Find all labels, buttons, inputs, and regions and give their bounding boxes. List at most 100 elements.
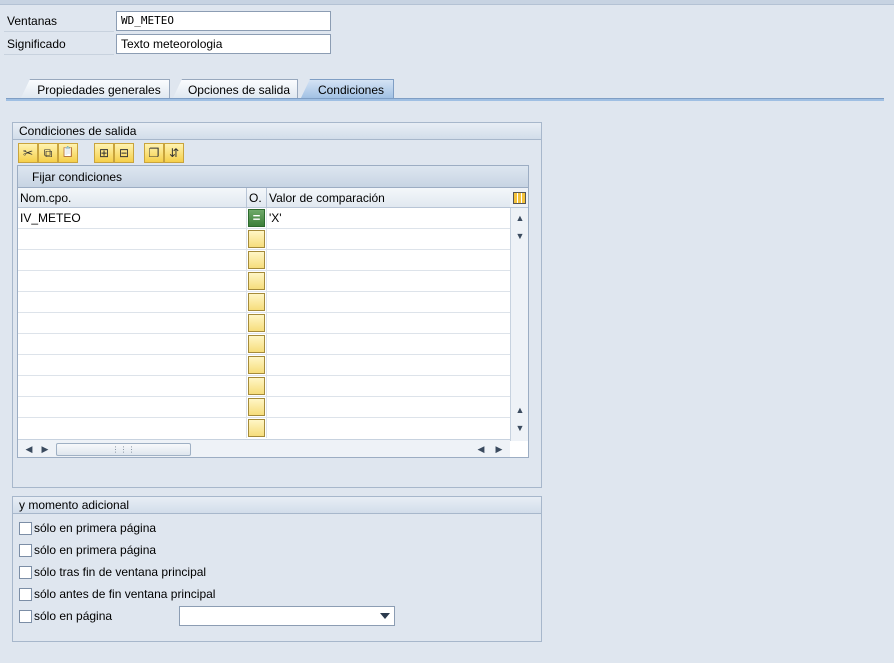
move-button[interactable]: ⇵: [164, 143, 184, 163]
operator-button[interactable]: [248, 293, 265, 311]
operator-button[interactable]: [248, 419, 265, 437]
operator-cell[interactable]: [247, 376, 267, 396]
table-row: [18, 292, 510, 313]
horizontal-scrollbar[interactable]: ◀ ▶ ⋮⋮⋮ ◀ ▶: [18, 439, 510, 457]
operator-cell[interactable]: [247, 418, 267, 438]
scroll-down-icon[interactable]: ▼: [513, 420, 527, 436]
vertical-scrollbar[interactable]: ▲ ▼ ▲ ▼: [510, 208, 528, 441]
field-cell[interactable]: [18, 397, 247, 417]
operator-cell[interactable]: [247, 334, 267, 354]
scroll-left-icon[interactable]: ◀: [22, 441, 36, 457]
table-row: [18, 271, 510, 292]
operator-button[interactable]: [248, 335, 265, 353]
operator-button[interactable]: [248, 356, 265, 374]
field-cell[interactable]: [18, 229, 247, 249]
checkbox-label: sólo en página: [34, 609, 113, 623]
significado-input[interactable]: Texto meteorologia: [116, 34, 331, 54]
field-cell[interactable]: [18, 418, 247, 438]
scroll-left-icon[interactable]: ◀: [474, 441, 488, 457]
operator-button[interactable]: [248, 314, 265, 332]
operator-button[interactable]: [248, 230, 265, 248]
scroll-thumb[interactable]: ⋮⋮⋮: [56, 443, 191, 456]
ventanas-input[interactable]: WD_METEO: [116, 11, 331, 31]
checkbox[interactable]: [19, 544, 32, 557]
field-cell[interactable]: [18, 292, 247, 312]
value-cell[interactable]: [267, 250, 510, 270]
operator-cell[interactable]: [247, 355, 267, 375]
operator-cell[interactable]: [247, 229, 267, 249]
scroll-down-icon[interactable]: ▼: [513, 228, 527, 244]
col-header-field[interactable]: Nom.cpo.: [18, 188, 247, 208]
tab-propiedades-generales[interactable]: Propiedades generales: [20, 79, 170, 100]
table-row: [18, 355, 510, 376]
checkbox[interactable]: [19, 588, 32, 601]
table-row: [18, 418, 510, 439]
tab-condiciones[interactable]: Condiciones: [300, 79, 394, 100]
group-title: y momento adicional: [13, 497, 541, 514]
operator-cell[interactable]: [247, 250, 267, 270]
paste-icon: 📋: [61, 147, 75, 158]
ventanas-label: Ventanas: [4, 11, 114, 32]
paste-button[interactable]: 📋: [58, 143, 78, 163]
checkbox-label: sólo en primera página: [34, 521, 157, 535]
checkbox-label: sólo antes de fin ventana principal: [34, 587, 216, 601]
delete-row-button[interactable]: ⊟: [114, 143, 134, 163]
cut-button[interactable]: ✂: [18, 143, 38, 163]
tab-opciones-de-salida[interactable]: Opciones de salida: [172, 79, 298, 100]
field-cell[interactable]: IV_METEO: [18, 208, 247, 228]
checkbox-label: sólo tras fin de ventana principal: [34, 565, 207, 579]
scroll-right-icon[interactable]: ▶: [38, 441, 52, 457]
value-cell[interactable]: [267, 376, 510, 396]
operator-cell[interactable]: [247, 292, 267, 312]
grid-rows: IV_METEO = 'X': [18, 208, 510, 439]
operator-button[interactable]: [248, 377, 265, 395]
top-border: [0, 0, 894, 5]
operator-cell[interactable]: [247, 271, 267, 291]
value-cell[interactable]: [267, 397, 510, 417]
significado-label: Significado: [4, 34, 114, 55]
field-cell[interactable]: [18, 271, 247, 291]
copy-button[interactable]: ⧉: [38, 143, 58, 163]
field-cell[interactable]: [18, 355, 247, 375]
value-cell[interactable]: [267, 418, 510, 438]
value-cell[interactable]: 'X': [267, 208, 510, 228]
field-cell[interactable]: [18, 376, 247, 396]
duplicate-icon: ❐: [148, 146, 160, 160]
operator-button[interactable]: [248, 398, 265, 416]
operator-cell[interactable]: [247, 397, 267, 417]
operator-button[interactable]: [248, 251, 265, 269]
operator-cell[interactable]: [247, 313, 267, 333]
field-cell[interactable]: [18, 313, 247, 333]
checkbox[interactable]: [19, 566, 32, 579]
value-cell[interactable]: [267, 229, 510, 249]
scroll-up-icon[interactable]: ▲: [513, 402, 527, 418]
value-cell[interactable]: [267, 355, 510, 375]
value-cell[interactable]: [267, 313, 510, 333]
duplicate-button[interactable]: ❐: [144, 143, 164, 163]
scroll-up-icon[interactable]: ▲: [513, 210, 527, 226]
insert-row-icon: ⊞: [98, 146, 110, 160]
equals-icon[interactable]: =: [248, 209, 265, 227]
col-header-value[interactable]: Valor de comparación: [267, 188, 510, 208]
operator-button[interactable]: [248, 272, 265, 290]
operator-cell[interactable]: =: [247, 208, 267, 228]
checkbox[interactable]: [19, 522, 32, 535]
columns-icon: [512, 191, 526, 204]
value-cell[interactable]: [267, 271, 510, 291]
checkbox-label: sólo en primera página: [34, 543, 157, 557]
value-cell[interactable]: [267, 292, 510, 312]
chevron-down-icon: [380, 613, 390, 619]
group-title: Condiciones de salida: [13, 123, 541, 140]
column-settings-button[interactable]: [510, 188, 528, 208]
grid-header: Nom.cpo. O. Valor de comparación: [18, 188, 510, 208]
table-row: IV_METEO = 'X': [18, 208, 510, 229]
value-cell[interactable]: [267, 334, 510, 354]
tab-underline: [6, 98, 884, 101]
field-cell[interactable]: [18, 334, 247, 354]
col-header-operator[interactable]: O.: [247, 188, 267, 208]
page-select[interactable]: [179, 606, 395, 626]
scroll-right-icon[interactable]: ▶: [492, 441, 506, 457]
insert-row-button[interactable]: ⊞: [94, 143, 114, 163]
checkbox[interactable]: [19, 610, 32, 623]
field-cell[interactable]: [18, 250, 247, 270]
